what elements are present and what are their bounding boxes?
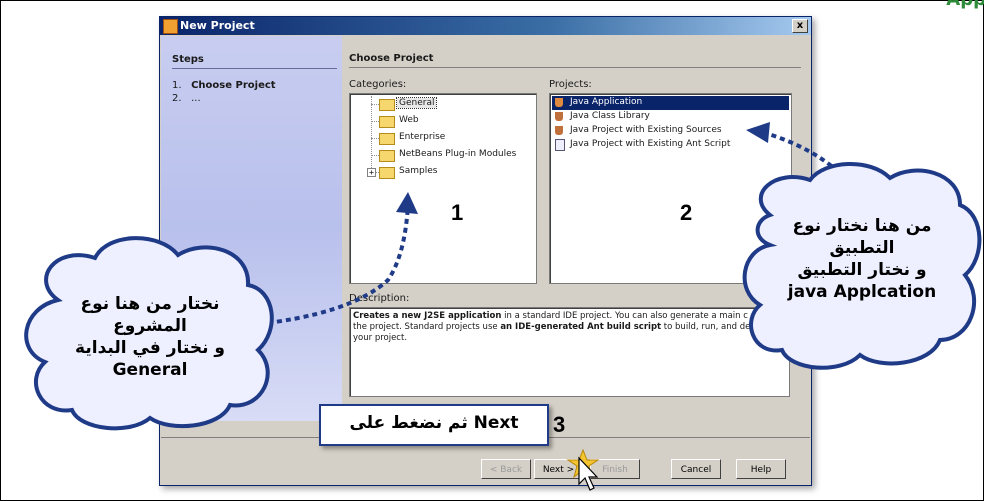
- annotation-number-3: 3: [553, 412, 566, 437]
- cloud-line: General: [112, 360, 188, 380]
- arrow-head: [396, 192, 418, 214]
- annotation-number-1: 1: [451, 200, 464, 225]
- cloud-line: و نختار التطبيق: [797, 260, 927, 280]
- cloud-line: التطبيق: [829, 238, 895, 258]
- left-cloud-text: نختار من هنا نوع المشروع و نختار في البد…: [34, 293, 266, 381]
- callout-text: ثم نضغط على Next: [349, 413, 519, 433]
- right-cloud-text: من هنا نختار نوع التطبيق و نختار التطبيق…: [748, 215, 976, 303]
- cloud-line: java Applcation: [787, 282, 937, 302]
- cloud-line: و نختار في البداية: [75, 338, 225, 358]
- annotation-number-2: 2: [680, 200, 693, 225]
- arrow-head: [746, 122, 770, 143]
- cloud-line: المشروع: [113, 316, 187, 336]
- dotted-arrow: [249, 204, 410, 327]
- cloud-line: نختار من هنا نوع: [80, 294, 220, 314]
- cloud-line: من هنا نختار نوع: [792, 216, 932, 236]
- next-callout: ثم نضغط على Next: [319, 404, 549, 446]
